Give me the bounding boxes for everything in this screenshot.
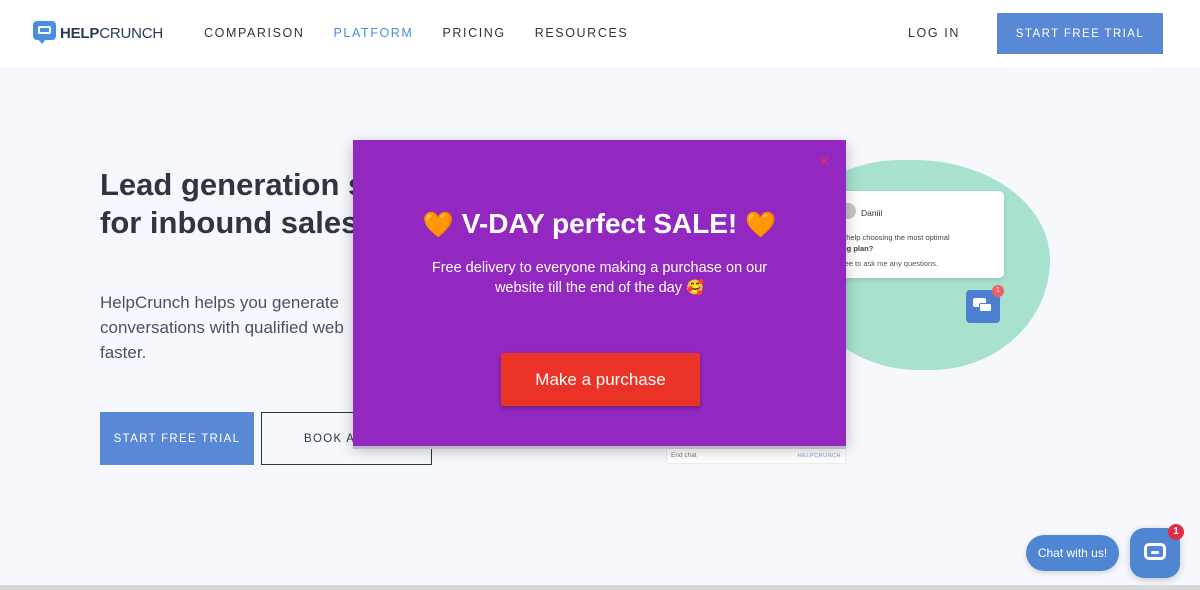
main-nav: COMPARISON PLATFORM PRICING RESOURCES xyxy=(204,26,657,40)
close-icon[interactable]: × xyxy=(818,152,831,170)
agent-message-line-2: ing plan? xyxy=(840,244,874,253)
popup-bottom-bar xyxy=(353,446,846,449)
promo-popup: × 🧡 V-DAY perfect SALE! 🧡 Free delivery … xyxy=(353,140,846,446)
popup-description: Free delivery to everyone making a purch… xyxy=(431,260,768,296)
chat-icon xyxy=(1144,543,1166,560)
popup-title-text: V-DAY perfect SALE! xyxy=(461,208,738,239)
chat-widget-icon: 1 xyxy=(966,285,1004,323)
helpcrunch-logo[interactable]: HELPCRUNCH xyxy=(33,20,163,46)
chat-preview-footer: End chat HELPCRUNCH xyxy=(666,448,846,464)
agent-message: d help choosing the most optimal ing pla… xyxy=(840,232,1000,254)
nav-resources[interactable]: RESOURCES xyxy=(535,26,629,40)
chat-launcher-button[interactable]: 1 xyxy=(1130,524,1184,578)
site-header: HELPCRUNCH COMPARISON PLATFORM PRICING R… xyxy=(0,0,1200,67)
login-link[interactable]: LOG IN xyxy=(908,26,960,40)
widget-badge: 1 xyxy=(992,285,1004,297)
header-start-free-trial-button[interactable]: START FREE TRIAL xyxy=(997,13,1163,54)
agent-message-line-1: d help choosing the most optimal xyxy=(840,233,950,242)
hero-start-free-trial-button[interactable]: START FREE TRIAL xyxy=(100,412,254,465)
popup-title: 🧡 V-DAY perfect SALE! 🧡 xyxy=(353,208,846,240)
agent-note: free to ask me any questions. xyxy=(840,259,938,268)
logo-text: HELPCRUNCH xyxy=(60,24,164,42)
hero-title-line-1: Lead generation se xyxy=(100,167,383,202)
book-demo-label: BOOK A xyxy=(304,433,356,445)
unread-badge: 1 xyxy=(1168,524,1184,540)
orange-heart-icon: 🧡 xyxy=(744,210,777,239)
end-chat-label: End chat xyxy=(671,452,697,459)
make-a-purchase-button[interactable]: Make a purchase xyxy=(501,353,700,406)
footer-brand: HELPCRUNCH xyxy=(797,453,841,459)
hero-title: Lead generation se for inbound sales xyxy=(100,166,383,242)
agent-name: Daniil xyxy=(861,208,883,218)
nav-comparison[interactable]: COMPARISON xyxy=(204,26,305,40)
chat-with-us-bubble[interactable]: Chat with us! xyxy=(1026,535,1119,571)
orange-heart-icon: 🧡 xyxy=(422,210,454,239)
hero-title-line-2: for inbound sales xyxy=(100,205,359,240)
chat-bubble-logo-icon xyxy=(33,21,56,45)
chat-preview-card: Daniil d help choosing the most optimal … xyxy=(820,191,1004,278)
nav-platform[interactable]: PLATFORM xyxy=(334,26,414,40)
nav-pricing[interactable]: PRICING xyxy=(442,26,505,40)
bottom-divider xyxy=(0,585,1200,590)
